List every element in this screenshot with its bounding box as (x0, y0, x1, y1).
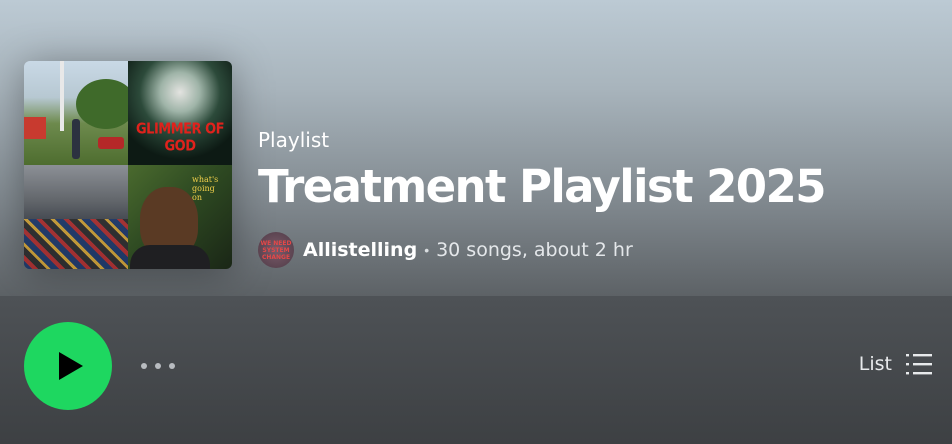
view-mode-label: List (858, 353, 892, 375)
playlist-stats: 30 songs, about 2 hr (436, 239, 633, 261)
album-cover-glimmer-of-god: GLIMMER OF GOD (128, 61, 232, 165)
album-cover-text: GLIMMER OF GOD (135, 120, 225, 156)
album-cover-whats-going-on: what's going on (128, 165, 232, 269)
play-button[interactable] (24, 322, 112, 410)
action-bar: List (0, 296, 952, 444)
playlist-header: GLIMMER OF GOD what's going on Playlist … (0, 0, 952, 296)
playlist-byline: WE NEED SYSTEM CHANGE Allistelling • 30 … (258, 232, 633, 268)
album-cover-field-icon (24, 61, 128, 165)
playlist-cover[interactable]: GLIMMER OF GOD what's going on (24, 61, 232, 269)
album-cover-text: what's going on (192, 175, 219, 202)
playlist-type-label: Playlist (258, 128, 330, 152)
avatar-text: WE NEED SYSTEM CHANGE (260, 239, 292, 261)
byline-separator: • (424, 242, 430, 258)
more-options-button[interactable] (141, 356, 189, 376)
view-mode-button[interactable]: List (859, 352, 932, 376)
owner-avatar[interactable]: WE NEED SYSTEM CHANGE (258, 232, 294, 268)
playlist-title[interactable]: Treatment Playlist 2025 (258, 160, 827, 213)
album-cover-junk-pile-icon (24, 165, 128, 269)
play-icon (59, 352, 83, 380)
more-options-icon (141, 363, 175, 369)
list-view-icon (906, 354, 932, 375)
owner-link[interactable]: Allistelling (303, 239, 417, 261)
